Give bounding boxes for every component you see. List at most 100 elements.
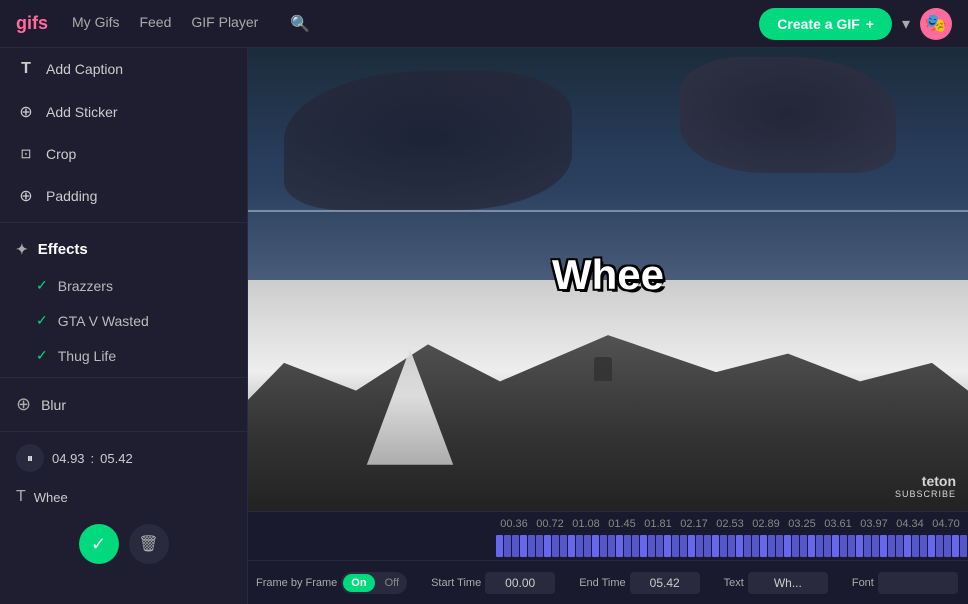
text-section: Text <box>724 572 828 594</box>
blur-icon: ⊕ <box>16 394 31 415</box>
sidebar-item-add-caption[interactable]: T Add Caption <box>0 48 247 90</box>
nav-gif-player[interactable]: GIF Player <box>191 14 258 34</box>
frame-by-frame-label: Frame by Frame <box>256 577 337 589</box>
timeline-bar <box>664 535 671 557</box>
timeline-bar <box>600 535 607 557</box>
timeline-bar <box>648 535 655 557</box>
timeline-bar <box>720 535 727 557</box>
timeline-bar <box>872 535 879 557</box>
timeline-bar <box>808 535 815 557</box>
caption-text-value: Whee <box>34 490 68 505</box>
timeline-bar <box>736 535 743 557</box>
create-gif-button[interactable]: Create a GIF + <box>759 8 892 40</box>
timeline-bar <box>568 535 575 557</box>
main-area: T Add Caption ⊕ Add Sticker ⊡ Crop ⊕ Pad… <box>0 48 968 604</box>
text-input[interactable] <box>748 572 828 594</box>
timeline-bar <box>832 535 839 557</box>
bottom-toolbar: Frame by Frame On Off Start Time End Tim… <box>248 560 968 604</box>
sidebar-item-add-sticker[interactable]: ⊕ Add Sticker <box>0 90 247 134</box>
pause-button[interactable]: ⏸ <box>16 444 44 472</box>
timeline-bar <box>560 535 567 557</box>
trash-icon: 🗑 <box>138 534 158 554</box>
sidebar-divider-1 <box>0 222 247 223</box>
search-icon[interactable]: 🔍 <box>290 14 310 34</box>
effects-section-header[interactable]: ✦ Effects <box>0 227 247 268</box>
timeline-bar <box>552 535 559 557</box>
sidebar-item-thug-life[interactable]: ✓ Thug Life <box>0 338 247 373</box>
pause-icon: ⏸ <box>27 451 33 466</box>
crop-icon: ⊡ <box>16 146 36 162</box>
site-logo[interactable]: gifs <box>16 13 48 34</box>
confirm-button[interactable]: ✓ <box>79 524 119 564</box>
timeline-bar <box>880 535 887 557</box>
timeline-bar <box>672 535 679 557</box>
create-gif-label: Create a GIF <box>777 16 859 32</box>
sidebar: T Add Caption ⊕ Add Sticker ⊡ Crop ⊕ Pad… <box>0 48 248 604</box>
check-icon-gta: ✓ <box>36 312 48 329</box>
marker-3: 01.45 <box>604 518 640 530</box>
nav-feed[interactable]: Feed <box>139 14 171 34</box>
thug-life-label: Thug Life <box>58 348 116 364</box>
sidebar-item-crop[interactable]: ⊡ Crop <box>0 134 247 174</box>
sidebar-item-padding[interactable]: ⊕ Padding <box>0 174 247 218</box>
sidebar-item-gta-v-wasted[interactable]: ✓ GTA V Wasted <box>0 303 247 338</box>
sidebar-item-brazzers[interactable]: ✓ Brazzers <box>0 268 247 303</box>
timeline-bar <box>576 535 583 557</box>
start-time-label: Start Time <box>431 577 481 589</box>
nav-my-gifs[interactable]: My Gifs <box>72 14 119 34</box>
end-time-input[interactable] <box>630 572 700 594</box>
marker-2: 01.08 <box>568 518 604 530</box>
horizon-line <box>248 210 968 212</box>
timeline-bar <box>800 535 807 557</box>
timeline-bar <box>688 535 695 557</box>
padding-icon: ⊕ <box>16 186 36 206</box>
timeline-bar <box>640 535 647 557</box>
timeline-bar <box>544 535 551 557</box>
sidebar-divider-2 <box>0 377 247 378</box>
frame-by-frame-toggle[interactable]: On Off <box>341 572 407 594</box>
marker-1: 00.72 <box>532 518 568 530</box>
watermark-brand: teton <box>895 473 956 489</box>
watermark: teton SUBSCRIBE <box>895 473 956 499</box>
marker-13: 05.06 <box>964 518 968 530</box>
timeline-bar <box>888 535 895 557</box>
timeline-bar <box>920 535 927 557</box>
timeline-bar <box>784 535 791 557</box>
timeline-bar <box>944 535 951 557</box>
delete-button[interactable]: 🗑 <box>129 524 169 564</box>
timeline-track[interactable] <box>248 532 968 560</box>
timeline-bar <box>512 535 519 557</box>
playback-controls: ⏸ 04.93 : 05.42 <box>0 436 247 480</box>
timeline-bar <box>816 535 823 557</box>
timeline-bar <box>896 535 903 557</box>
sidebar-item-blur[interactable]: ⊕ Blur <box>0 382 247 427</box>
timeline-bar <box>504 535 511 557</box>
timeline-bar <box>728 535 735 557</box>
timeline-bar <box>840 535 847 557</box>
nav-links: My Gifs Feed GIF Player 🔍 <box>72 14 310 34</box>
font-label: Font <box>852 577 874 589</box>
marker-11: 04.34 <box>892 518 928 530</box>
end-time-section: End Time <box>579 572 699 594</box>
timeline-bar <box>592 535 599 557</box>
check-icon-brazzers: ✓ <box>36 277 48 294</box>
marker-6: 02.53 <box>712 518 748 530</box>
rock-2 <box>680 57 896 173</box>
frame-by-frame-section: Frame by Frame On Off <box>256 572 407 594</box>
start-time-input[interactable] <box>485 572 555 594</box>
padding-label: Padding <box>46 188 97 204</box>
time-separator: : <box>91 451 95 466</box>
timeline-bar <box>496 535 503 557</box>
sticker-icon: ⊕ <box>16 102 36 122</box>
timeline-bar <box>696 535 703 557</box>
font-input[interactable] <box>878 572 958 594</box>
marker-8: 03.25 <box>784 518 820 530</box>
end-time-label: End Time <box>579 577 625 589</box>
avatar[interactable]: 🎭 <box>920 8 952 40</box>
marker-4: 01.81 <box>640 518 676 530</box>
timeline-bar <box>864 535 871 557</box>
dropdown-icon[interactable]: ▾ <box>902 14 910 34</box>
text-label: Text <box>724 577 744 589</box>
timeline-bar <box>752 535 759 557</box>
effects-label: Effects <box>38 241 88 258</box>
